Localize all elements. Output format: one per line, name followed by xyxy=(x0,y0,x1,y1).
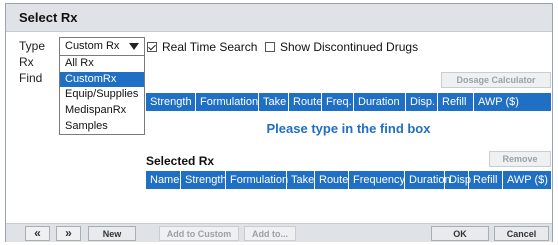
selected-col-take[interactable]: Take xyxy=(287,171,315,189)
checkbox-checked-icon xyxy=(147,42,157,52)
results-empty-message: Please type in the find box xyxy=(266,121,431,136)
results-col-take[interactable]: Take xyxy=(259,93,289,111)
results-col-duration[interactable]: Duration xyxy=(354,93,406,111)
rx-label: Rx xyxy=(19,55,34,69)
type-option-medispanrx[interactable]: MedispanRx xyxy=(60,103,144,119)
next-button[interactable]: » xyxy=(56,226,81,241)
real-time-search-label: Real Time Search xyxy=(162,40,258,54)
find-label: Find xyxy=(19,71,43,85)
new-button[interactable]: New xyxy=(88,226,136,241)
selected-rx-title: Selected Rx xyxy=(146,154,215,168)
selected-col-name[interactable]: Name xyxy=(146,171,181,189)
dosage-calculator-button[interactable]: Dosage Calculator xyxy=(441,72,551,88)
type-option-samples[interactable]: Samples xyxy=(60,119,144,135)
selected-col-strength[interactable]: Strength xyxy=(181,171,227,189)
real-time-search-checkbox[interactable]: Real Time Search xyxy=(147,40,257,54)
selected-rx-table-header: Name Strength Formulation Take Route Fre… xyxy=(146,171,551,189)
select-rx-dialog: Select Rx Type Rx Find Custom Rx All Rx … xyxy=(5,3,553,242)
results-table-header: Strength Formulation Take Route Freq. Du… xyxy=(146,93,551,111)
show-discontinued-label: Show Discontinued Drugs xyxy=(280,40,419,54)
type-option-all-rx[interactable]: All Rx xyxy=(60,56,144,72)
selected-col-refill[interactable]: Refill xyxy=(469,171,503,189)
add-to-button[interactable]: Add to... xyxy=(244,226,296,241)
selected-col-duration[interactable]: Duration xyxy=(405,171,451,189)
show-discontinued-checkbox[interactable]: Show Discontinued Drugs xyxy=(265,40,418,54)
selected-rx-table-body xyxy=(146,189,551,221)
selected-col-awp[interactable]: AWP ($) xyxy=(503,171,551,189)
checkbox-unchecked-icon xyxy=(265,42,275,52)
results-col-formulation[interactable]: Formulation xyxy=(196,93,259,111)
results-col-refill[interactable]: Refill xyxy=(438,93,474,111)
results-col-strength[interactable]: Strength xyxy=(146,93,196,111)
type-option-customrx[interactable]: CustomRx xyxy=(60,71,144,88)
results-col-freq[interactable]: Freq. xyxy=(322,93,354,111)
type-option-equip-supplies[interactable]: Equip/Supplies xyxy=(60,87,144,103)
dialog-footer: « » New Add to Custom Add to... OK Cance… xyxy=(6,223,552,242)
dialog-title: Select Rx xyxy=(6,4,552,32)
chevron-down-icon xyxy=(129,43,139,50)
selected-col-frequency[interactable]: Frequency xyxy=(349,171,405,189)
results-col-route[interactable]: Route xyxy=(289,93,322,111)
cancel-button[interactable]: Cancel xyxy=(494,226,549,241)
results-col-awp[interactable]: AWP ($) xyxy=(474,93,551,111)
add-to-custom-button[interactable]: Add to Custom xyxy=(159,226,239,241)
selected-col-route[interactable]: Route xyxy=(315,171,349,189)
selected-col-formulation[interactable]: Formulation xyxy=(226,171,288,189)
type-dropdown-list: All Rx CustomRx Equip/Supplies MedispanR… xyxy=(59,55,145,135)
type-select[interactable]: Custom Rx xyxy=(59,37,145,56)
previous-button[interactable]: « xyxy=(25,226,50,241)
type-label: Type xyxy=(19,39,46,53)
remove-button[interactable]: Remove xyxy=(489,151,551,167)
results-col-disp[interactable]: Disp. xyxy=(406,93,438,111)
type-select-value: Custom Rx xyxy=(65,40,120,52)
selected-col-disp[interactable]: Disp xyxy=(445,171,471,189)
ok-button[interactable]: OK xyxy=(431,226,489,241)
